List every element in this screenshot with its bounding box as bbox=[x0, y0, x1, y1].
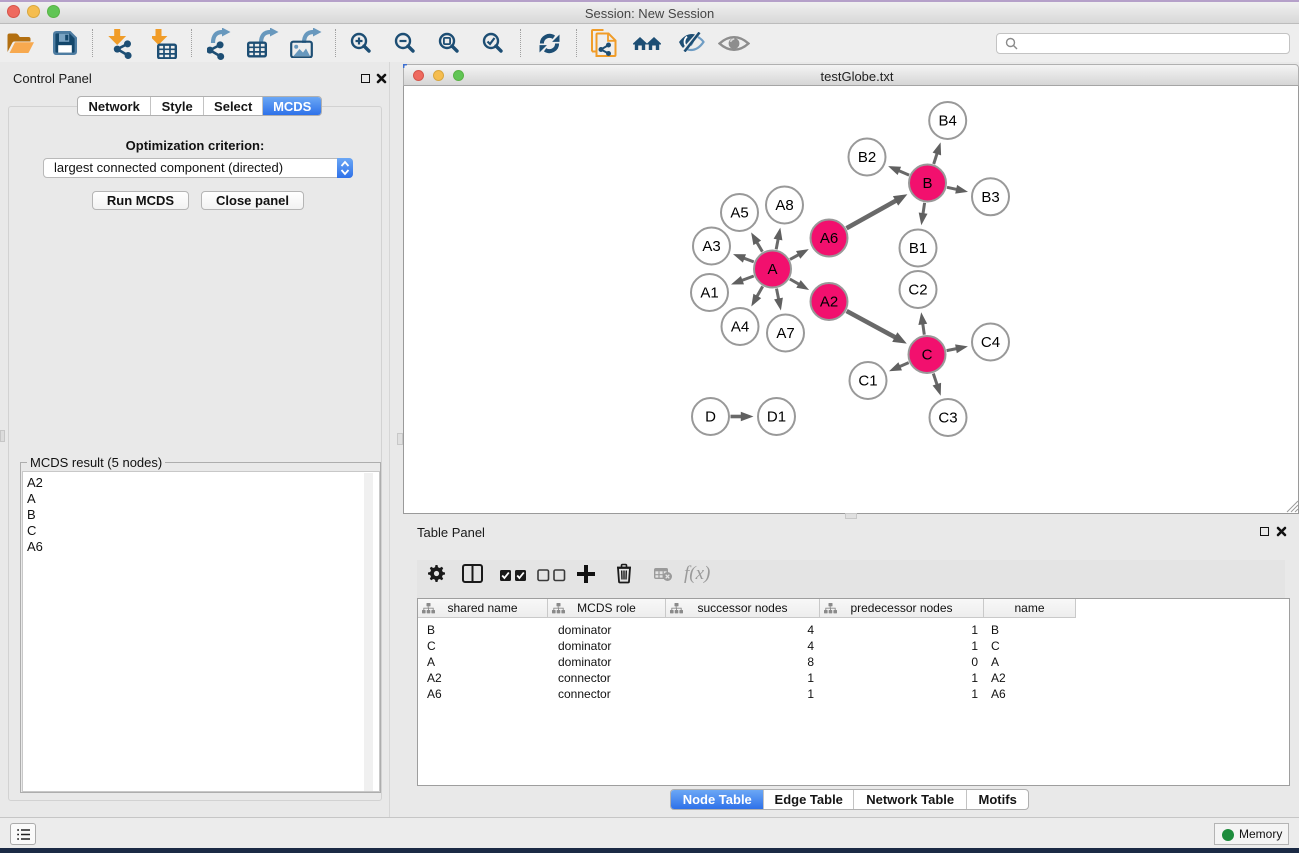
svg-text:A7: A7 bbox=[776, 325, 794, 342]
svg-text:B4: B4 bbox=[939, 113, 957, 130]
svg-text:A6: A6 bbox=[820, 230, 838, 247]
svg-text:A8: A8 bbox=[775, 197, 793, 214]
svg-text:B: B bbox=[922, 175, 932, 192]
svg-text:C2: C2 bbox=[908, 282, 927, 299]
svg-text:B3: B3 bbox=[981, 189, 999, 206]
svg-text:D1: D1 bbox=[767, 409, 786, 426]
svg-text:D: D bbox=[705, 409, 716, 426]
svg-text:C: C bbox=[922, 347, 933, 364]
svg-text:A: A bbox=[767, 261, 777, 278]
svg-text:A1: A1 bbox=[700, 285, 718, 302]
svg-text:B1: B1 bbox=[909, 240, 927, 257]
svg-text:A3: A3 bbox=[702, 238, 720, 255]
svg-text:C4: C4 bbox=[981, 334, 1000, 351]
svg-text:A2: A2 bbox=[820, 294, 838, 311]
svg-text:C3: C3 bbox=[938, 410, 957, 427]
svg-text:C1: C1 bbox=[858, 373, 877, 390]
svg-text:A5: A5 bbox=[730, 205, 748, 222]
svg-text:A4: A4 bbox=[731, 319, 749, 336]
svg-text:B2: B2 bbox=[858, 149, 876, 166]
